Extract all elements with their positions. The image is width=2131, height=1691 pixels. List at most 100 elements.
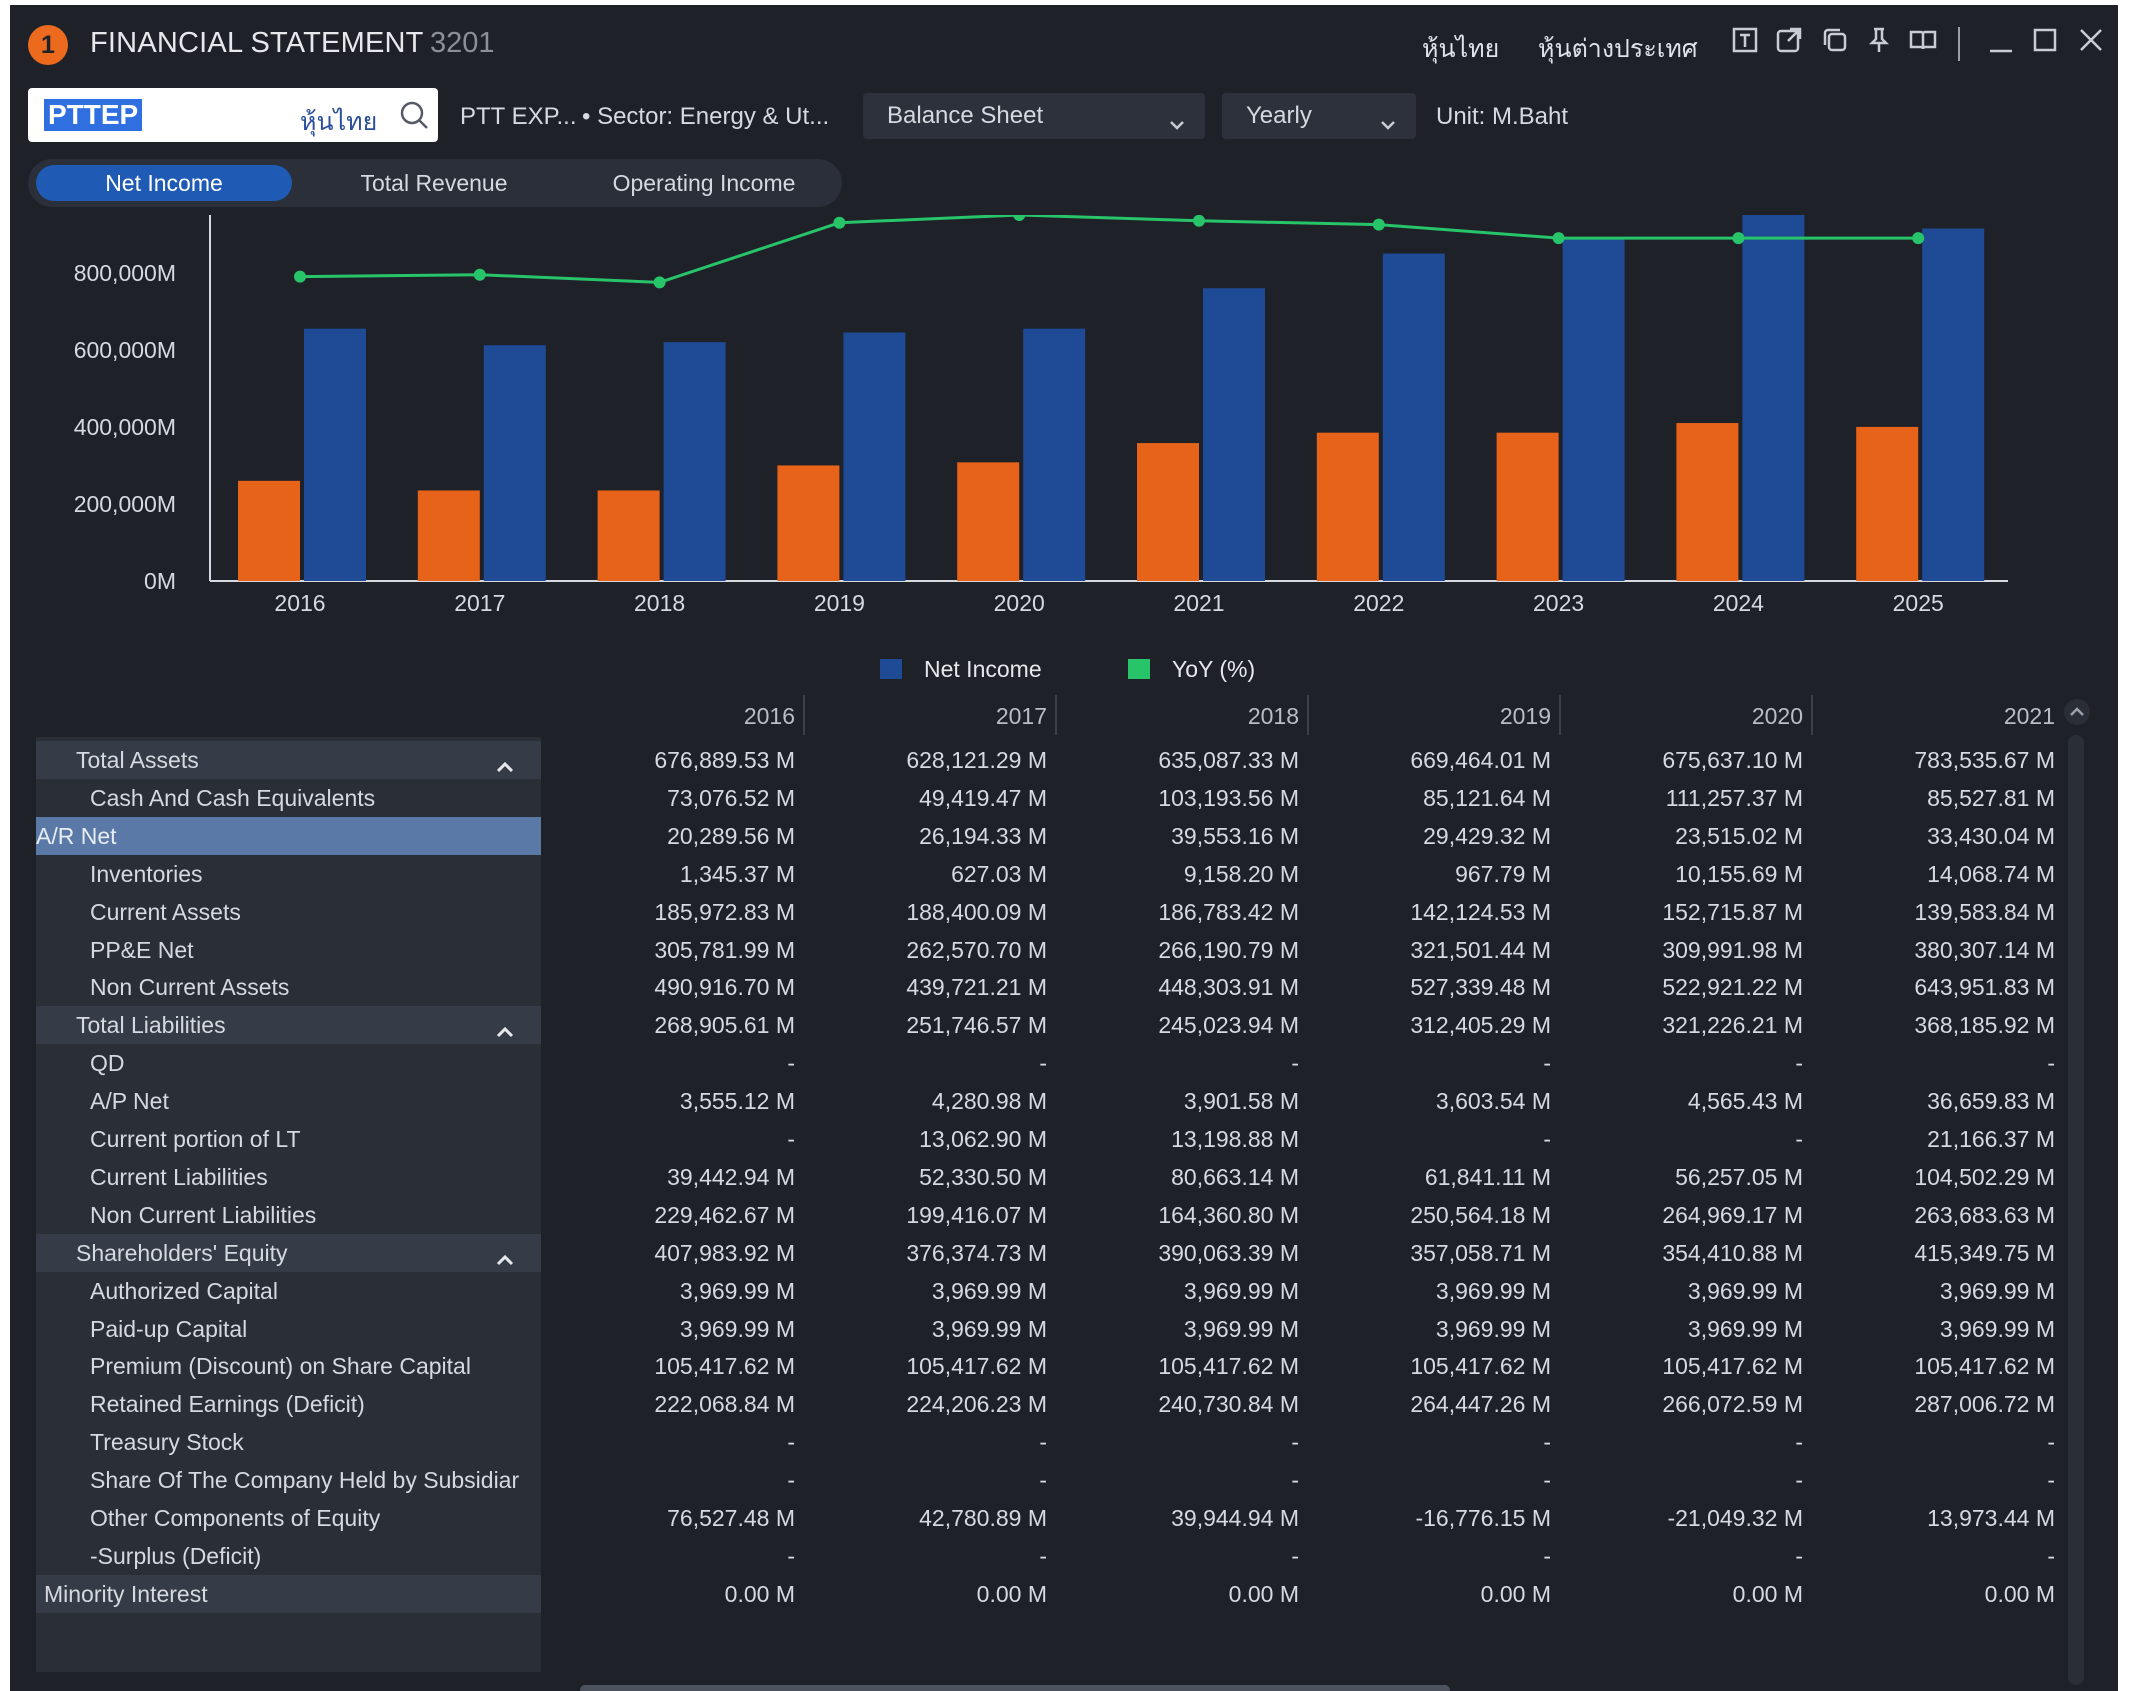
table-cell: - xyxy=(1543,1429,1551,1456)
table-cell: 14,068.74 M xyxy=(1927,860,2055,887)
table-cell: 3,901.58 M xyxy=(1183,1088,1299,1115)
table-cell: - xyxy=(1543,1126,1551,1152)
row-label[interactable]: PP&E Net xyxy=(36,931,541,969)
table-cell: 390,063.39 M xyxy=(1158,1239,1299,1266)
table-cell: 13,062.90 M xyxy=(919,1126,1047,1152)
legend-net-income-swatch xyxy=(880,659,902,679)
row-label-text: Cash And Cash Equivalents xyxy=(90,784,376,811)
copy-icon[interactable] xyxy=(1818,25,1852,59)
table-cell: - xyxy=(787,1467,795,1494)
yoy-point xyxy=(1013,215,1026,221)
row-label[interactable]: QD xyxy=(36,1044,541,1082)
pin-icon[interactable] xyxy=(1862,25,1896,59)
row-group-header[interactable]: Total Assets xyxy=(36,741,541,779)
table-cell: 188,400.09 M xyxy=(906,898,1047,925)
row-group-header[interactable]: Total Liabilities xyxy=(36,1006,541,1045)
table-cell: 251,746.57 M xyxy=(906,1012,1047,1039)
maximize-icon[interactable] xyxy=(2028,25,2062,59)
minimize-icon[interactable] xyxy=(1984,25,2018,59)
table-cell: 268,905.61 M xyxy=(654,1012,795,1039)
row-label[interactable]: A/R Net xyxy=(36,816,541,855)
column-separator[interactable] xyxy=(1559,695,1561,735)
close-icon[interactable] xyxy=(2074,25,2108,59)
chevron-up-icon[interactable] xyxy=(495,1015,515,1038)
row-label[interactable]: Cash And Cash Equivalents xyxy=(36,779,541,817)
text-icon[interactable] xyxy=(1728,25,1762,59)
chevron-up-icon[interactable] xyxy=(495,1243,515,1265)
table-cell: 39,553.16 M xyxy=(1171,822,1299,849)
row-label[interactable]: Inventories xyxy=(36,855,541,893)
column-header-year: 2020 xyxy=(1751,703,1803,729)
table-cell: 39,944.94 M xyxy=(1171,1505,1299,1531)
bar-series-1 xyxy=(417,490,480,581)
bar-series-1 xyxy=(1496,432,1559,581)
table-cell: - xyxy=(787,1542,795,1569)
statement-type-dropdown[interactable]: Balance Sheet xyxy=(863,93,1205,139)
book-icon[interactable] xyxy=(1906,25,1940,59)
yoy-point xyxy=(294,270,306,283)
tab-operating-income[interactable]: Operating Income xyxy=(576,165,832,201)
table-cell: 448,303.91 M xyxy=(1158,974,1299,1001)
period-dropdown[interactable]: Yearly xyxy=(1222,93,1416,139)
foreign-stocks-link[interactable]: หุ้นต่างประเทศ xyxy=(1538,29,1698,69)
row-label[interactable]: Paid-up Capital xyxy=(36,1310,541,1348)
title-bar: 1 FINANCIAL STATEMENT 3201 หุ้นไทย หุ้นต… xyxy=(10,5,2118,77)
row-label-text: PP&E Net xyxy=(90,936,194,963)
column-separator[interactable] xyxy=(1811,695,1813,735)
table-cell: 628,121.29 M xyxy=(906,747,1047,773)
row-label[interactable]: Current portion of LT xyxy=(36,1120,541,1158)
column-separator[interactable] xyxy=(803,695,805,735)
table-cell: 4,565.43 M xyxy=(1687,1088,1803,1115)
financial-statement-window: 1 FINANCIAL STATEMENT 3201 หุ้นไทย หุ้นต… xyxy=(10,5,2118,1691)
bar-series-1 xyxy=(777,465,840,581)
bar-series-1 xyxy=(238,480,300,581)
symbol-search-box[interactable]: PTTEP หุ้นไทย xyxy=(28,88,438,142)
chevron-up-icon[interactable] xyxy=(495,750,515,773)
row-label[interactable]: -Surplus (Deficit) xyxy=(36,1537,541,1575)
bar-series-1 xyxy=(957,462,1020,581)
row-label[interactable]: Current Liabilities xyxy=(36,1158,541,1196)
tab-net-income[interactable]: Net Income xyxy=(36,165,292,201)
table-cell: 643,951.83 M xyxy=(1914,974,2055,1001)
column-separator[interactable] xyxy=(1055,695,1057,735)
table-cell: 321,501.44 M xyxy=(1410,936,1551,963)
row-label[interactable]: Authorized Capital xyxy=(36,1272,541,1310)
bar-net-income xyxy=(304,328,366,581)
chevron-down-icon xyxy=(1167,105,1187,130)
table-cell: 305,781.99 M xyxy=(654,936,795,963)
search-icon[interactable] xyxy=(398,99,430,131)
row-label[interactable]: Current Assets xyxy=(36,893,541,931)
row-label-text: Shareholders' Equity xyxy=(76,1239,288,1266)
column-separator[interactable] xyxy=(1307,695,1309,735)
row-label-text: Paid-up Capital xyxy=(90,1315,248,1342)
row-label[interactable]: A/P Net xyxy=(36,1082,541,1120)
external-link-icon[interactable] xyxy=(1772,25,1806,59)
bar-series-1 xyxy=(597,490,660,581)
row-label-text: Premium (Discount) on Share Capital xyxy=(90,1353,471,1380)
row-label[interactable]: Other Components of Equity xyxy=(36,1499,541,1537)
table-cell: 3,969.99 M xyxy=(1435,1277,1551,1304)
table-cell: 3,969.99 M xyxy=(931,1315,1047,1342)
symbol-input[interactable]: PTTEP xyxy=(44,99,143,131)
row-label[interactable]: Premium (Discount) on Share Capital xyxy=(36,1347,541,1385)
scroll-up-icon[interactable] xyxy=(2064,699,2090,725)
row-label[interactable]: Non Current Assets xyxy=(36,968,541,1006)
tab-total-revenue[interactable]: Total Revenue xyxy=(306,165,562,201)
horizontal-scrollbar[interactable] xyxy=(580,1685,1450,1691)
table-cell: 264,969.17 M xyxy=(1662,1201,1803,1228)
vertical-scrollbar[interactable] xyxy=(2068,735,2084,1685)
table-cell: 3,969.99 M xyxy=(1183,1277,1299,1304)
table-cell: - xyxy=(1543,1542,1551,1569)
row-label[interactable]: Treasury Stock xyxy=(36,1423,541,1461)
row-group-header[interactable]: Shareholders' Equity xyxy=(36,1233,541,1272)
row-label[interactable]: Minority Interest xyxy=(36,1574,541,1613)
table-cell: - xyxy=(1795,1429,1803,1456)
bar-net-income xyxy=(843,332,906,581)
row-label[interactable]: Non Current Liabilities xyxy=(36,1196,541,1234)
table-cell: 309,991.98 M xyxy=(1662,936,1803,963)
row-label[interactable]: Retained Earnings (Deficit) xyxy=(36,1385,541,1423)
table-cell: 85,527.81 M xyxy=(1927,784,2055,811)
thai-stocks-link[interactable]: หุ้นไทย xyxy=(1422,29,1499,69)
table-cell: 142,124.53 M xyxy=(1410,898,1551,925)
row-label[interactable]: Share Of The Company Held by Subsidiar xyxy=(36,1461,541,1499)
